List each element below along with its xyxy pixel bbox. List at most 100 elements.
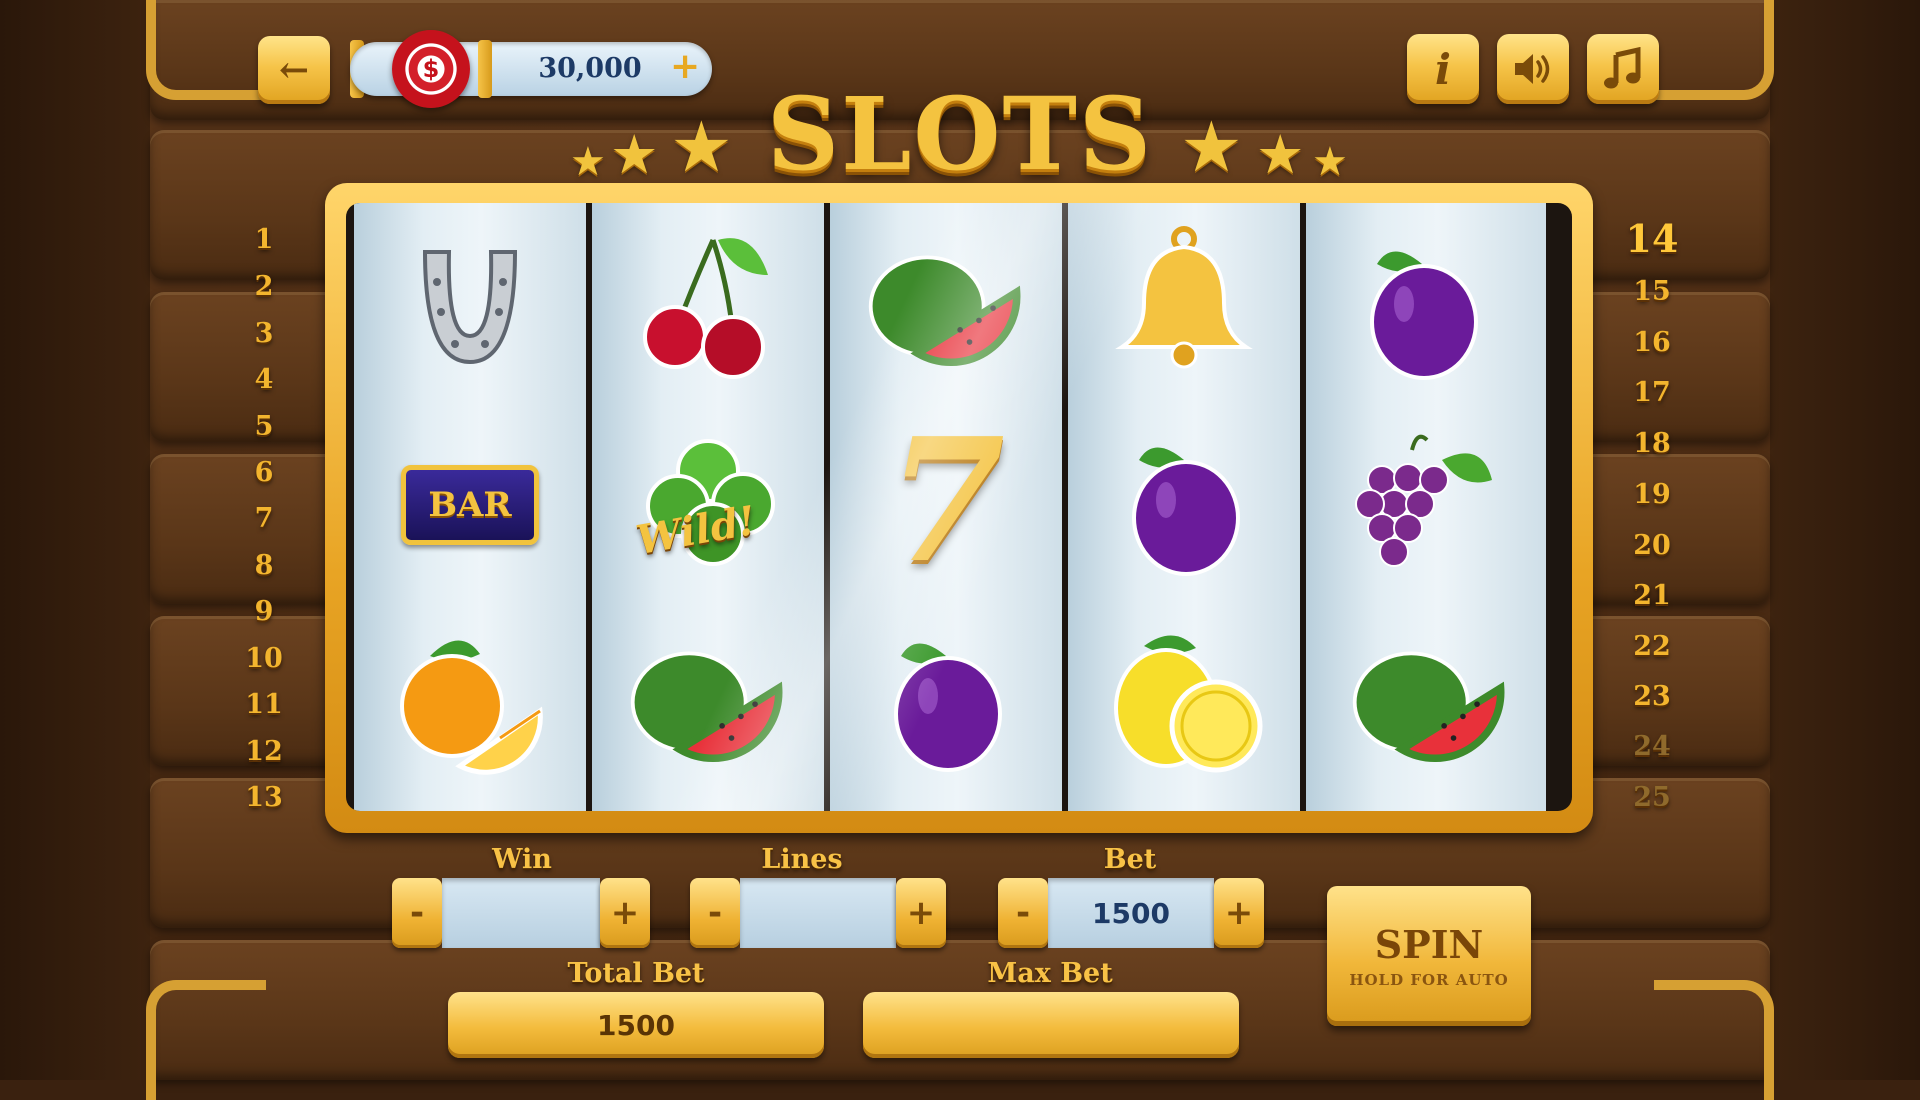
lemon-symbol	[1104, 621, 1264, 781]
sound-button[interactable]	[1497, 34, 1569, 104]
music-button[interactable]	[1587, 34, 1659, 104]
payline-number[interactable]: 24	[1622, 731, 1682, 762]
payline-number[interactable]: 9	[234, 596, 294, 627]
win-increase-button[interactable]: +	[600, 878, 650, 948]
info-button[interactable]: i	[1407, 34, 1479, 104]
speaker-icon	[1515, 54, 1550, 84]
right-wall	[1770, 0, 1920, 1080]
max-bet-button[interactable]	[863, 992, 1239, 1058]
orange-icon	[400, 640, 543, 775]
star-icon: ★	[1312, 139, 1348, 185]
horseshoe-symbol	[390, 227, 550, 387]
plum-symbol	[1104, 425, 1264, 585]
payline-number[interactable]: 18	[1622, 428, 1682, 459]
payline-number[interactable]: 25	[1622, 782, 1682, 813]
payline-number[interactable]: 13	[234, 782, 294, 813]
bell-symbol	[1104, 223, 1264, 383]
horseshoe-icon	[422, 250, 518, 365]
watermelon-icon	[1352, 651, 1505, 762]
payline-number[interactable]: 15	[1622, 276, 1682, 307]
grapes-icon	[1355, 434, 1492, 567]
plum-symbol	[866, 621, 1026, 781]
cherries-icon	[643, 238, 768, 379]
plum-icon	[1132, 447, 1240, 576]
spin-label: SPIN	[1374, 922, 1484, 967]
lines-field	[740, 878, 896, 948]
grapes-symbol	[1342, 425, 1502, 585]
payline-number[interactable]: 10	[234, 643, 294, 674]
lines-label: Lines	[761, 844, 843, 875]
payline-number-active[interactable]: 14	[1622, 216, 1682, 261]
total-bet-field: 1500	[448, 992, 824, 1058]
payline-number[interactable]: 17	[1622, 377, 1682, 408]
watermelon-symbol	[1350, 627, 1510, 787]
left-wall	[0, 0, 150, 1080]
bet-decrease-button[interactable]: -	[998, 878, 1048, 948]
payline-number[interactable]: 3	[234, 318, 294, 349]
plum-icon	[1370, 251, 1478, 380]
plum-symbol	[1342, 229, 1502, 389]
payline-number[interactable]: 2	[234, 271, 294, 302]
payline-number[interactable]: 16	[1622, 327, 1682, 358]
reel-window: BAR Wild! 7	[346, 203, 1572, 811]
payline-number[interactable]: 6	[234, 457, 294, 488]
watermelon-symbol	[628, 627, 788, 787]
payline-number[interactable]: 19	[1622, 479, 1682, 510]
spin-button[interactable]: SPIN HOLD FOR AUTO	[1327, 886, 1531, 1026]
watermelon-symbol	[866, 231, 1026, 391]
bet-increase-button[interactable]: +	[1214, 878, 1264, 948]
payline-number[interactable]: 7	[234, 503, 294, 534]
lines-increase-button[interactable]: +	[896, 878, 946, 948]
gold-corner-ornament	[1654, 0, 1774, 100]
payline-number[interactable]: 23	[1622, 681, 1682, 712]
lemon-icon	[1114, 635, 1263, 773]
star-icon: ★	[670, 106, 733, 188]
bar-symbol: BAR	[390, 425, 550, 585]
payline-number[interactable]: 8	[234, 550, 294, 581]
slots-logo: SLOTS	[766, 75, 1154, 193]
lines-decrease-button[interactable]: -	[690, 878, 740, 948]
music-note-icon	[1604, 47, 1641, 89]
watermelon-icon	[630, 651, 783, 762]
payline-number[interactable]: 12	[234, 736, 294, 767]
back-button[interactable]: ←	[258, 36, 330, 104]
max-bet-label: Max Bet	[987, 958, 1113, 989]
star-icon: ★	[610, 123, 659, 186]
star-icon: ★	[570, 139, 606, 185]
bet-field: 1500	[1048, 878, 1214, 948]
balance-value: 30,000	[538, 53, 642, 84]
gold-corner-ornament	[1654, 980, 1774, 1100]
gold-corner-ornament	[146, 980, 266, 1100]
payline-number[interactable]: 4	[234, 364, 294, 395]
watermelon-icon	[868, 255, 1021, 366]
spin-sublabel: HOLD FOR AUTO	[1349, 971, 1509, 989]
bar-text: BAR	[428, 485, 512, 525]
info-icon: i	[1435, 44, 1451, 94]
payline-number[interactable]: 1	[234, 224, 294, 255]
star-icon: ★	[1256, 123, 1305, 186]
payline-number[interactable]: 5	[234, 411, 294, 442]
star-icon: ★	[1180, 106, 1243, 188]
payline-number[interactable]: 22	[1622, 631, 1682, 662]
bell-icon	[1115, 226, 1253, 369]
win-decrease-button[interactable]: -	[392, 878, 442, 948]
win-field	[442, 878, 600, 948]
total-bet-label: Total Bet	[567, 958, 705, 989]
seven-text: 7	[886, 401, 1006, 601]
orange-symbol	[390, 621, 550, 781]
wild-symbol: Wild!	[628, 421, 788, 581]
bet-label: Bet	[1103, 844, 1157, 875]
plum-icon	[894, 643, 1002, 772]
seven-symbol: 7	[866, 416, 1026, 586]
payline-number[interactable]: 20	[1622, 530, 1682, 561]
add-coins-button[interactable]: +	[670, 46, 700, 88]
dollar-icon: $	[422, 55, 440, 83]
casino-chip-icon: $	[392, 30, 470, 108]
payline-number[interactable]: 21	[1622, 580, 1682, 611]
balance-bracket-right	[478, 40, 492, 98]
cherries-symbol	[628, 225, 788, 385]
arrow-left-icon: ←	[278, 49, 310, 91]
gold-corner-ornament	[146, 0, 266, 100]
win-label: Win	[492, 844, 552, 875]
payline-number[interactable]: 11	[234, 689, 294, 720]
